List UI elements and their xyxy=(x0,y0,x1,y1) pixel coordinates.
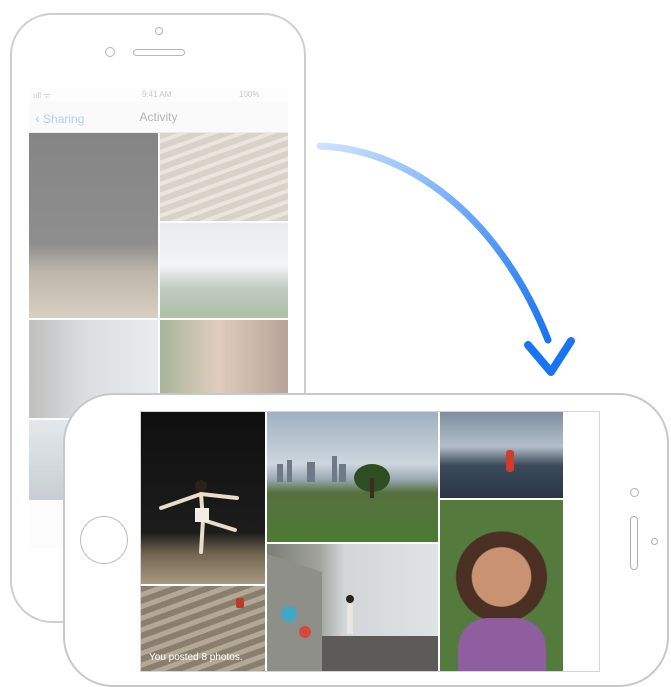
red-dress-figure xyxy=(506,450,514,472)
home-button-icon[interactable] xyxy=(80,516,128,564)
sensor-icon xyxy=(651,538,658,545)
photo-tile-bridge[interactable] xyxy=(440,412,563,498)
dancer-figure xyxy=(159,480,239,554)
photo-tile-dancer[interactable] xyxy=(141,412,265,584)
graffiti-graphic xyxy=(267,554,438,671)
photo-tile-stairs[interactable]: You posted 8 photos. xyxy=(141,586,265,671)
front-camera-icon xyxy=(630,488,639,497)
activity-caption: You posted 8 photos. xyxy=(149,652,243,663)
photo-tile-portrait[interactable] xyxy=(440,500,563,671)
photo-tile-graffiti[interactable] xyxy=(267,544,438,671)
photo-tile-skyline[interactable] xyxy=(267,412,438,542)
landscape-screen: You posted 8 photos. xyxy=(140,411,600,672)
red-figure xyxy=(236,598,244,608)
purple-top xyxy=(458,618,546,671)
earpiece-speaker xyxy=(630,516,638,570)
skyline-graphic xyxy=(277,456,390,498)
